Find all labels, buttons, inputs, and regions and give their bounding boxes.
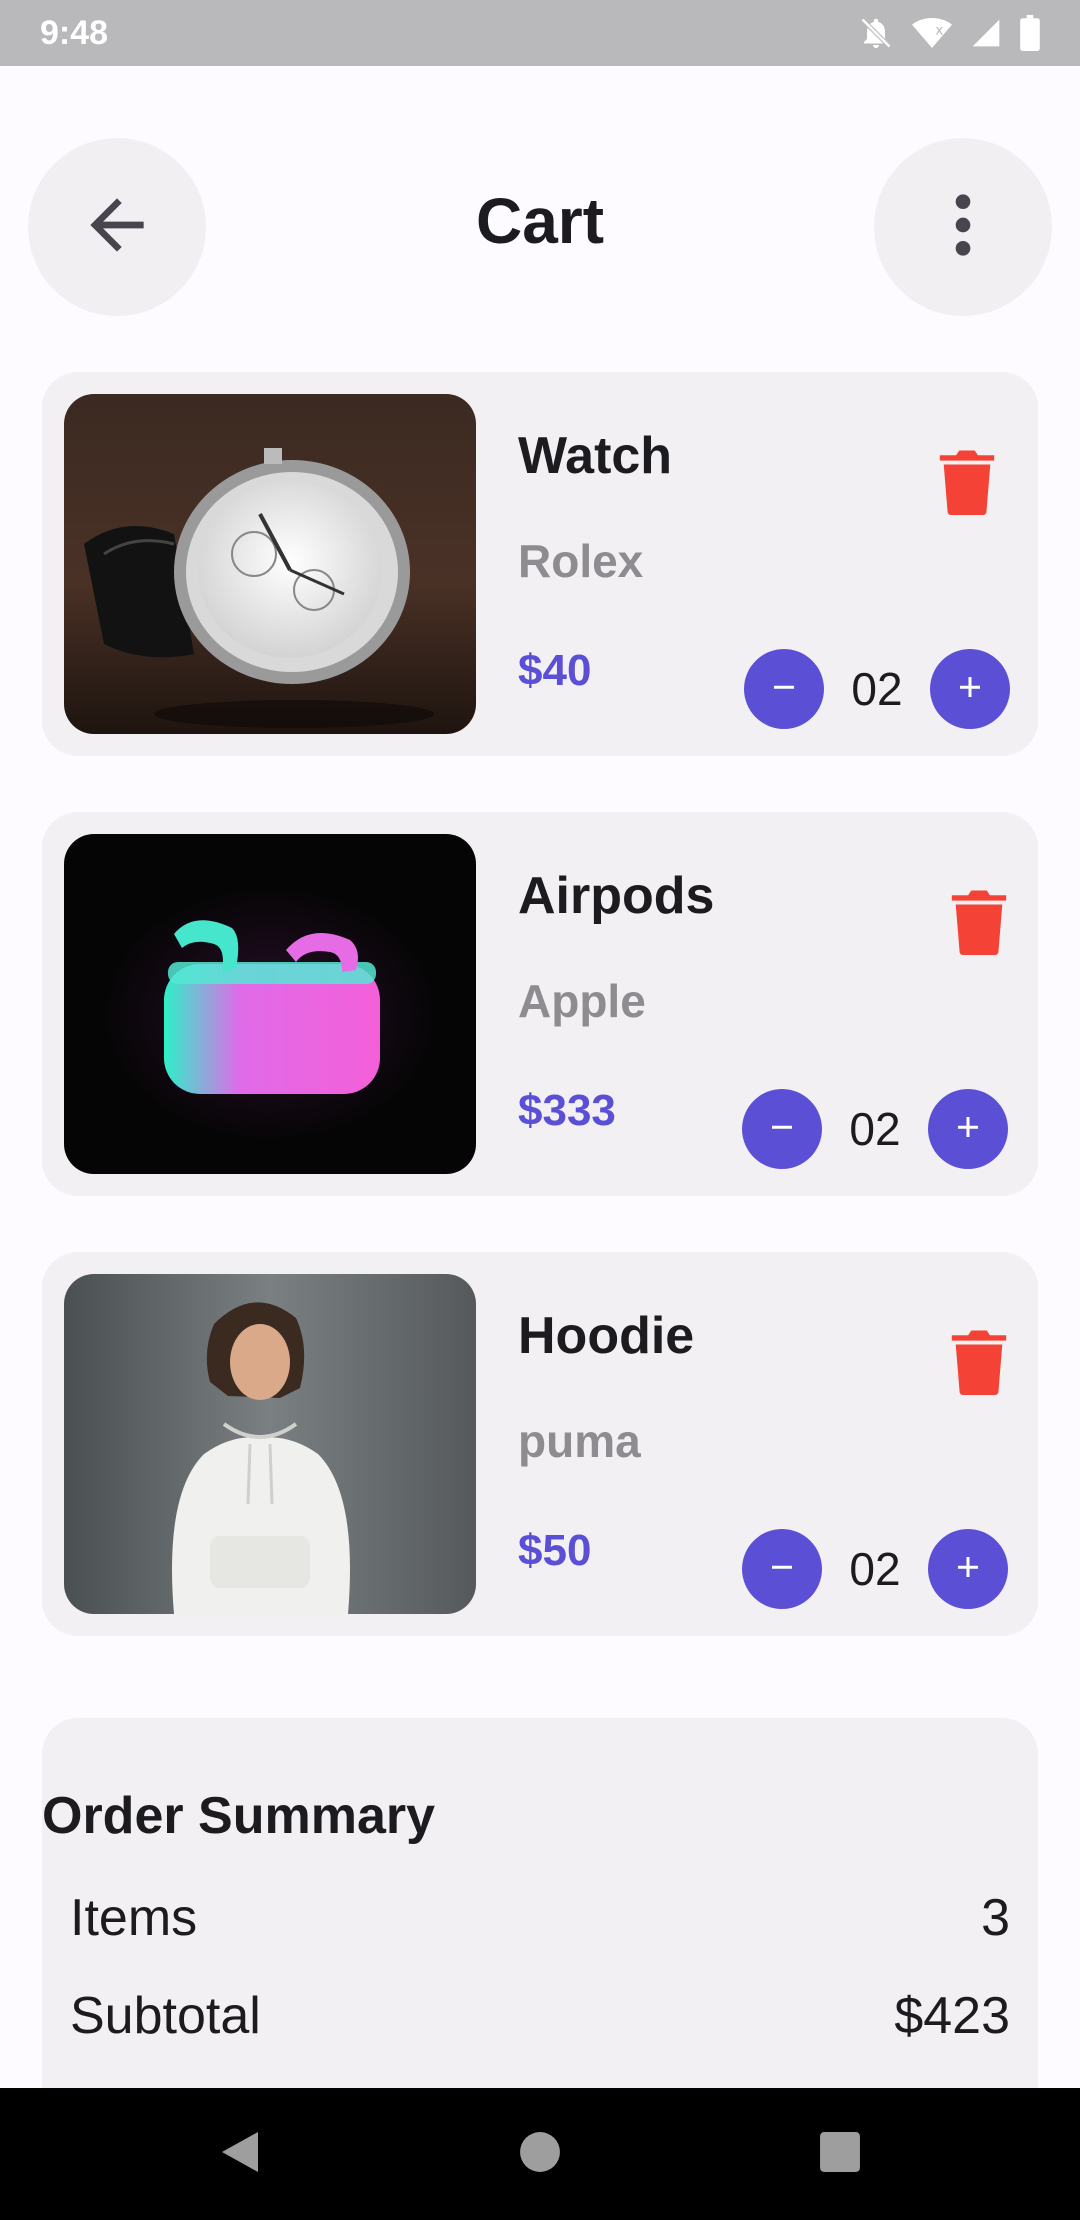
nav-home-button[interactable] xyxy=(510,2088,570,2220)
status-bar: 9:48 x xyxy=(0,0,1080,66)
product-image-airpods xyxy=(64,834,476,1174)
quantity-stepper: 02 xyxy=(744,648,1010,730)
status-icons: x xyxy=(858,15,1040,51)
product-brand: puma xyxy=(518,1415,641,1467)
decrement-button[interactable] xyxy=(744,649,824,729)
product-name: Hoodie xyxy=(518,1307,695,1365)
wifi-icon: x xyxy=(912,16,952,50)
notifications-off-icon xyxy=(858,15,894,51)
cart-item-card: Hoodie puma $50 02 xyxy=(42,1252,1038,1636)
decrement-button[interactable] xyxy=(742,1529,822,1609)
delete-button[interactable] xyxy=(944,886,1014,962)
summary-label: Items xyxy=(70,1889,198,1947)
summary-value: $423 xyxy=(894,1987,1010,2045)
quantity-value: 02 xyxy=(851,663,903,715)
order-summary: Order Summary Items 3 Subtotal $423 xyxy=(42,1718,1038,2138)
plus-icon xyxy=(953,1112,983,1147)
svg-text:x: x xyxy=(935,24,943,39)
summary-label: Subtotal xyxy=(70,1987,261,2045)
more-options-button[interactable] xyxy=(874,138,1052,316)
plus-icon xyxy=(953,1552,983,1587)
trash-icon xyxy=(939,449,995,520)
quantity-value: 02 xyxy=(849,1543,901,1595)
quantity-stepper: 02 xyxy=(742,1528,1008,1610)
trash-icon xyxy=(951,889,1007,960)
cart-item-card: Watch Rolex $40 02 xyxy=(42,372,1038,756)
product-name: Watch xyxy=(518,427,673,485)
top-app-bar: Cart xyxy=(0,66,1080,386)
minus-icon xyxy=(767,1112,797,1147)
summary-value: 3 xyxy=(981,1889,1010,1947)
circle-home-icon xyxy=(519,2131,561,2178)
trash-icon xyxy=(951,1329,1007,1400)
product-brand: Rolex xyxy=(518,535,644,587)
product-image-watch xyxy=(64,394,476,734)
product-price: $40 xyxy=(518,646,592,695)
delete-button[interactable] xyxy=(944,1326,1014,1402)
more-vert-icon xyxy=(923,185,1003,270)
cell-signal-icon xyxy=(970,17,1002,49)
product-price: $50 xyxy=(518,1526,592,1575)
summary-row-subtotal: Subtotal $423 xyxy=(70,1986,1010,2046)
battery-icon xyxy=(1020,15,1040,51)
system-navigation-bar xyxy=(0,2088,1080,2220)
triangle-back-icon xyxy=(218,2128,262,2181)
square-recents-icon xyxy=(819,2131,861,2178)
minus-icon xyxy=(767,1552,797,1587)
decrement-button[interactable] xyxy=(742,1089,822,1169)
product-image-hoodie xyxy=(64,1274,476,1614)
increment-button[interactable] xyxy=(928,1089,1008,1169)
order-summary-title: Order Summary xyxy=(42,1787,436,1845)
product-price: $333 xyxy=(518,1086,616,1135)
minus-icon xyxy=(769,672,799,707)
quantity-stepper: 02 xyxy=(742,1088,1008,1170)
increment-button[interactable] xyxy=(928,1529,1008,1609)
product-brand: Apple xyxy=(518,975,646,1027)
nav-recents-button[interactable] xyxy=(810,2088,870,2220)
status-time: 9:48 xyxy=(40,13,109,52)
nav-back-button[interactable] xyxy=(210,2088,270,2220)
increment-button[interactable] xyxy=(930,649,1010,729)
product-name: Airpods xyxy=(518,867,715,925)
quantity-value: 02 xyxy=(849,1103,901,1155)
cart-item-card: Airpods Apple $333 02 xyxy=(42,812,1038,1196)
plus-icon xyxy=(955,672,985,707)
summary-row-items: Items 3 xyxy=(70,1888,1010,1948)
delete-button[interactable] xyxy=(932,446,1002,522)
